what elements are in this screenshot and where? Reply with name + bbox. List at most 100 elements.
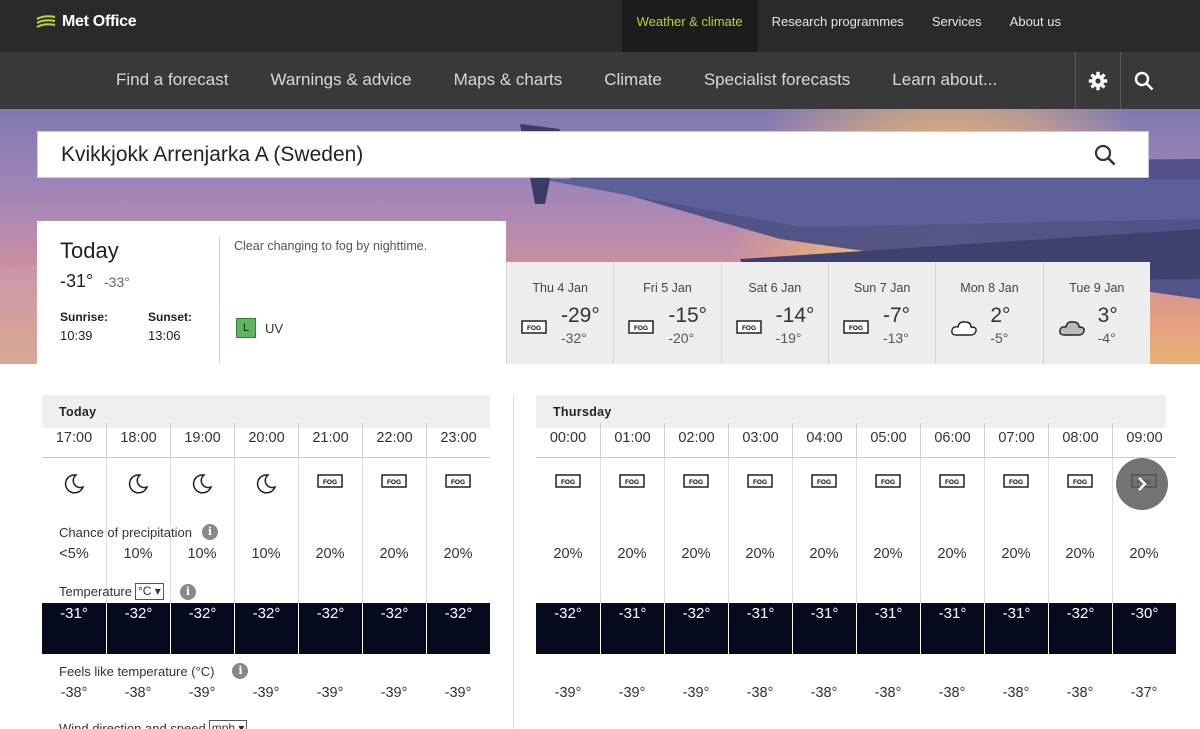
temperature-unit-select[interactable]: °C ▾ <box>134 583 164 600</box>
temperature-value: -31° <box>728 603 792 654</box>
hour-label: 20:00 <box>234 423 298 458</box>
feels-like-value: -39° <box>252 685 280 701</box>
precip-value: 20% <box>937 546 967 562</box>
nav-climate[interactable]: Climate <box>583 52 683 109</box>
today-summary-card[interactable]: Today -31° -33° Sunrise: 10:39 Sunset: 1… <box>37 221 506 364</box>
nav-specialist-forecasts[interactable]: Specialist forecasts <box>683 52 871 109</box>
hour-label: 02:00 <box>664 423 728 458</box>
precip-row-label: Chance of precipitation i <box>59 524 218 540</box>
info-icon[interactable]: i <box>232 663 249 679</box>
sunset-label: Sunset: <box>148 310 193 324</box>
day-max-temp: -7° <box>882 304 911 327</box>
hour-label: 21:00 <box>298 423 362 458</box>
cloudy-icon <box>1058 321 1085 336</box>
hour-label: 06:00 <box>920 423 984 458</box>
uv-level-badge: L <box>236 318 256 338</box>
hour-label: 00:00 <box>549 430 587 446</box>
info-icon[interactable]: i <box>201 524 218 540</box>
scroll-next-button[interactable] <box>1116 458 1168 510</box>
fog-icon-text: FOG <box>634 325 648 332</box>
wind-unit-select[interactable]: mph ▾ <box>208 720 248 729</box>
topnav-about-us[interactable]: About us <box>996 0 1075 52</box>
main-nav: Find a forecast Warnings & advice Maps &… <box>0 52 1200 109</box>
day-tab-fri[interactable]: Fri 5 Jan FOG -15° -20° <box>613 262 721 364</box>
gear-icon <box>1088 71 1108 90</box>
day-min-temp: -4° <box>1097 330 1116 346</box>
nav-search-button[interactable] <box>1121 52 1167 109</box>
feels-like-values-row: -38° -38° -39° -39° -39° -39° -39° <box>42 685 490 701</box>
precip-value: 20% <box>745 546 775 562</box>
wind-row-label: Wind direction and speed mph ▾ <box>59 720 248 729</box>
temperature-value: -31° <box>792 603 856 654</box>
settings-button[interactable] <box>1075 52 1121 109</box>
column-separator <box>792 458 793 602</box>
topnav-weather-climate[interactable]: Weather & climate <box>621 0 758 52</box>
temperature-value: -32° <box>170 603 234 654</box>
svg-text:FOG: FOG <box>323 479 337 486</box>
feels-like-value: -39° <box>618 685 646 701</box>
card-divider <box>219 237 220 363</box>
day-tab-sun[interactable]: Sun 7 Jan FOG -7° -13° <box>827 262 936 364</box>
day-tab-thu[interactable]: Thu 4 Jan FOG -29° -32° <box>506 262 614 364</box>
feels-like-row-label: Feels like temperature (°C) i <box>59 663 249 679</box>
feels-like-value: -38° <box>810 685 838 701</box>
nav-find-a-forecast[interactable]: Find a forecast <box>95 52 249 109</box>
temperature-row-label: Temperature °C ▾ i <box>59 583 196 600</box>
hour-label: 03:00 <box>728 423 792 458</box>
feels-like-value: -38° <box>124 685 152 701</box>
hour-label: 18:00 <box>106 423 170 458</box>
precip-value: 20% <box>681 546 711 562</box>
search-icon[interactable] <box>1094 144 1116 166</box>
day-name: Thu 4 Jan <box>532 281 588 295</box>
temperature-value: -30° <box>1112 603 1176 654</box>
location-search-input[interactable]: Kvikkjokk Arrenjarka A (Sweden) <box>37 131 1149 178</box>
temperature-values-row: -32° -31° -32° -31° -31° -31° -31° -31° -32° -30° <box>536 603 1176 654</box>
svg-text:FOG: FOG <box>1073 479 1087 486</box>
uv-label: UV <box>265 321 284 336</box>
column-separator <box>298 458 299 602</box>
topnav-research-programmes[interactable]: Research programmes <box>758 0 918 52</box>
precip-value: 20% <box>617 546 647 562</box>
sunset-time: 13:06 <box>148 328 181 343</box>
topnav-services[interactable]: Services <box>918 0 996 52</box>
day-divider-line <box>513 395 514 729</box>
nav-warnings-advice[interactable]: Warnings & advice <box>249 52 432 109</box>
fog-icon: FOG <box>445 474 471 488</box>
column-separator <box>856 458 857 602</box>
column-separator <box>664 458 665 602</box>
fog-icon-text: FOG <box>527 325 541 332</box>
clear-night-icon <box>256 474 277 494</box>
hour-label: 22:00 <box>362 423 426 458</box>
column-separator <box>728 458 729 602</box>
svg-text:FOG: FOG <box>1009 479 1023 486</box>
fog-icon: FOG <box>747 474 773 488</box>
precip-value: 20% <box>1129 546 1159 562</box>
svg-text:FOG: FOG <box>753 479 767 486</box>
cloud-icon <box>951 321 978 336</box>
hour-weather-icon: FOG <box>856 473 920 489</box>
info-icon[interactable]: i <box>179 583 196 600</box>
nav-maps-charts[interactable]: Maps & charts <box>433 52 584 109</box>
fog-icon: FOG <box>843 320 869 334</box>
temperature-value: -32° <box>298 603 362 654</box>
fog-icon: FOG <box>939 474 965 488</box>
feels-like-value: -38° <box>874 685 902 701</box>
feels-like-value: -38° <box>1066 685 1094 701</box>
wind-unit-value: mph <box>211 721 236 729</box>
hour-label: 07:00 <box>984 423 1048 458</box>
met-office-logo[interactable]: Met Office <box>36 13 137 31</box>
day-tab-tue[interactable]: Tue 9 Jan 3° -4° <box>1042 262 1150 364</box>
hour-weather-icon: FOG <box>1048 473 1112 489</box>
column-separator <box>1048 458 1049 602</box>
day-min-temp: -32° <box>561 330 587 346</box>
chevron-right-icon <box>1138 477 1147 491</box>
day-tab-sat[interactable]: Sat 6 Jan FOG -14° -19° <box>720 262 828 364</box>
hour-label: 04:00 <box>792 423 856 458</box>
day-tab-mon[interactable]: Mon 8 Jan 2° -5° <box>935 262 1043 364</box>
feels-like-value: -39° <box>444 685 472 701</box>
day-max-temp: -15° <box>668 304 708 327</box>
panel-day-label: Thursday <box>553 405 612 419</box>
day-min-temp: -13° <box>882 330 909 346</box>
precip-value: 20% <box>443 546 473 562</box>
nav-learn-about[interactable]: Learn about... <box>871 52 1018 109</box>
